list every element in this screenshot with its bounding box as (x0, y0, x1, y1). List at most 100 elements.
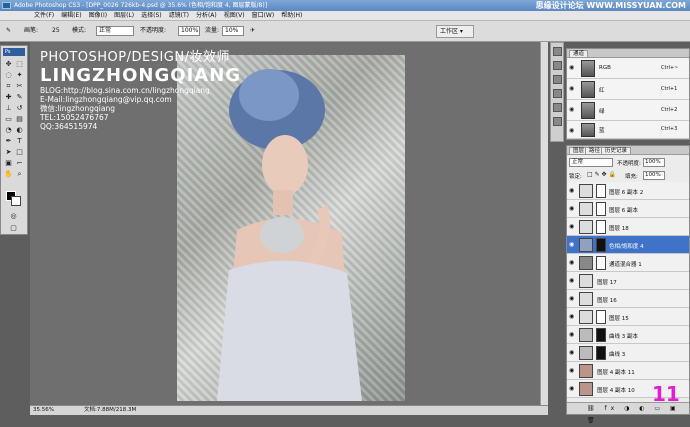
layer-row[interactable]: ◉ 图层 17 (567, 272, 689, 290)
eye-icon[interactable]: ◉ (569, 65, 576, 71)
color-icon[interactable] (553, 75, 562, 84)
move-tool-icon[interactable]: ✥ (4, 60, 13, 69)
background-color[interactable] (11, 196, 21, 206)
layer-row-selected[interactable]: ◉ 色相/饱和度 4 (567, 236, 689, 254)
eye-icon[interactable]: ◉ (569, 386, 576, 392)
menu-file[interactable]: 文件(F) (34, 11, 54, 20)
hand-tool-icon[interactable]: ✋ (4, 170, 13, 179)
brush-size[interactable]: 25 (52, 26, 60, 36)
swatches-icon[interactable] (553, 89, 562, 98)
menu-layer[interactable]: 图层(L) (114, 11, 134, 20)
layer-row[interactable]: ◉ 图层 6 副本 (567, 200, 689, 218)
eye-icon[interactable]: ◉ (569, 296, 576, 302)
blend-mode-select[interactable]: 正常 (569, 158, 613, 167)
eye-icon[interactable]: ◉ (569, 350, 576, 356)
layer-row[interactable]: ◉ 曲线 3 (567, 344, 689, 362)
brush-tool-icon[interactable]: ✎ (15, 93, 24, 102)
channel-row[interactable]: ◉ 红 Ctrl+1 (567, 79, 689, 100)
eye-icon[interactable]: ◉ (569, 314, 576, 320)
zoom-tool-icon[interactable]: ⌕ (15, 170, 24, 179)
tab-history[interactable]: 历史记录 (601, 147, 632, 154)
eye-icon[interactable]: ◉ (569, 206, 576, 212)
menu-filter[interactable]: 滤镜(T) (169, 11, 189, 20)
layer-opacity-label: 不透明度: (617, 161, 641, 167)
magic-wand-icon[interactable]: ✦ (15, 71, 24, 80)
airbrush-icon[interactable]: ✈ (250, 26, 255, 36)
info-icon[interactable] (553, 61, 562, 70)
layer-thumbnail (579, 382, 593, 396)
layer-row[interactable]: ◉ 图层 15 (567, 308, 689, 326)
opacity-field[interactable]: 100% (178, 26, 200, 36)
overlay-blog: BLOG:http://blog.sina.com.cn/lingzhongqi… (40, 86, 210, 95)
eye-icon[interactable]: ◉ (569, 188, 576, 194)
opacity-label: 不透明度: (140, 27, 167, 34)
layer-row[interactable]: ◉ 图层 4 副本 11 (567, 362, 689, 380)
layer-row[interactable]: ◉ 图层 16 (567, 290, 689, 308)
workspace-button[interactable]: 工作区 ▾ (436, 25, 474, 38)
brushes-icon[interactable] (553, 117, 562, 126)
eye-icon[interactable]: ◉ (569, 107, 576, 113)
eraser-icon[interactable]: ▭ (4, 115, 13, 124)
brush-label: 画笔: (24, 27, 39, 34)
eye-icon[interactable]: ◉ (569, 368, 576, 374)
layer-row[interactable]: ◉ 图层 6 副本 2 (567, 182, 689, 200)
eyedropper-icon[interactable]: ⌐ (15, 159, 24, 168)
history-brush-icon[interactable]: ↺ (15, 104, 24, 113)
layer-row[interactable]: ◉ 通道混合器 1 (567, 254, 689, 272)
marquee-tool-icon[interactable]: ⬚ (15, 60, 24, 69)
panel-dock-icons (550, 42, 564, 142)
crop-tool-icon[interactable]: ⌗ (4, 82, 13, 91)
hair-highlight (239, 69, 299, 121)
eye-icon[interactable]: ◉ (569, 278, 576, 284)
eye-icon[interactable]: ◉ (569, 128, 576, 134)
layer-opacity-field[interactable]: 100% (643, 158, 665, 167)
menu-edit[interactable]: 编辑(E) (61, 11, 81, 20)
eye-icon[interactable]: ◉ (569, 224, 576, 230)
eye-icon[interactable]: ◉ (569, 332, 576, 338)
menu-help[interactable]: 帮助(H) (281, 11, 302, 20)
quick-mask-icon[interactable]: ◎ (9, 212, 18, 221)
vertical-scrollbar[interactable] (540, 42, 548, 405)
clone-stamp-icon[interactable]: ⊥ (4, 104, 13, 113)
channel-row[interactable]: ◉ 蓝 Ctrl+3 (567, 121, 689, 139)
eye-icon[interactable]: ◉ (569, 242, 576, 248)
slice-tool-icon[interactable]: ✂ (15, 82, 24, 91)
channel-row[interactable]: ◉ RGB Ctrl+~ (567, 58, 689, 79)
pen-tool-icon[interactable]: ✒ (4, 137, 13, 146)
layer-row[interactable]: ◉ 曲线 3 副本 (567, 326, 689, 344)
layer-row[interactable]: ◉ 图层 18 (567, 218, 689, 236)
eye-icon[interactable]: ◉ (569, 260, 576, 266)
overlay-qq: QQ:364515974 (40, 122, 98, 131)
type-tool-icon[interactable]: T (15, 137, 24, 146)
tab-channels[interactable]: 通道 (569, 50, 589, 57)
channel-name: 红 (599, 88, 605, 94)
channel-thumbnail (581, 123, 595, 137)
lock-icons[interactable]: □ ✎ ✥ 🔒 (587, 171, 616, 178)
channel-row[interactable]: ◉ 绿 Ctrl+2 (567, 100, 689, 121)
screen-mode-icon[interactable]: ▢ (9, 224, 18, 233)
dodge-tool-icon[interactable]: ◐ (15, 126, 24, 135)
zoom-level[interactable]: 35.56% (33, 406, 54, 415)
menu-analysis[interactable]: 分析(A) (196, 11, 217, 20)
navigator-icon[interactable] (553, 47, 562, 56)
gradient-icon[interactable]: ▤ (15, 115, 24, 124)
layer-thumbnail (579, 184, 593, 198)
eye-icon[interactable]: ◉ (569, 86, 576, 92)
mode-select[interactable]: 正常 (96, 26, 134, 36)
lasso-tool-icon[interactable]: ◌ (4, 71, 13, 80)
fill-field[interactable]: 100% (643, 171, 665, 180)
menu-image[interactable]: 图像(I) (89, 11, 107, 20)
brush-tool-icon[interactable]: ✎ (6, 26, 11, 36)
menu-window[interactable]: 窗口(W) (252, 11, 275, 20)
healing-brush-icon[interactable]: ✚ (4, 93, 13, 102)
styles-icon[interactable] (553, 103, 562, 112)
path-select-icon[interactable]: ➤ (4, 148, 13, 157)
layer-name: 图层 16 (597, 298, 617, 304)
menu-select[interactable]: 选择(S) (141, 11, 162, 20)
layer-name: 图层 6 副本 2 (609, 190, 644, 196)
blur-tool-icon[interactable]: ◔ (4, 126, 13, 135)
menu-view[interactable]: 视图(V) (224, 11, 245, 20)
flow-field[interactable]: 10% (222, 26, 244, 36)
notes-tool-icon[interactable]: ▣ (4, 159, 13, 168)
shape-tool-icon[interactable]: □ (15, 148, 24, 157)
